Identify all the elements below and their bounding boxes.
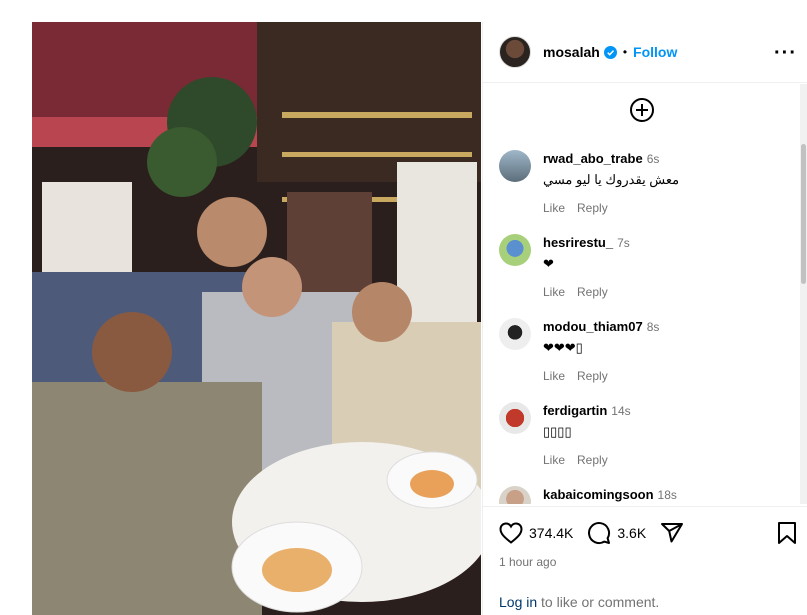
follow-button[interactable]: Follow <box>633 44 677 60</box>
comment-time: 6s <box>646 152 660 166</box>
instagram-post-view: mosalah • Follow ··· rwad_abo_trabe 6s مع… <box>0 0 807 615</box>
commenter-avatar[interactable] <box>499 486 531 504</box>
post-actions: 374.4K 3.6K 1 hour ago Log in to like or… <box>483 506 807 615</box>
comment-text: ❤❤❤▯ <box>543 340 583 355</box>
more-options-icon[interactable]: ··· <box>774 42 797 65</box>
separator-dot: • <box>622 45 628 59</box>
comment-username[interactable]: kabaicomingsoon <box>543 487 654 502</box>
author-avatar[interactable] <box>499 36 531 68</box>
login-prompt-text: to like or comment. <box>537 594 660 610</box>
like-comment-button[interactable]: Like <box>543 453 565 467</box>
reply-comment-button[interactable]: Reply <box>577 285 608 299</box>
post-photo[interactable] <box>32 22 481 615</box>
post-header: mosalah • Follow ··· <box>483 22 807 83</box>
reply-comment-button[interactable]: Reply <box>577 453 608 467</box>
comment-username[interactable]: modou_thiam07 <box>543 319 643 334</box>
comment-time: 8s <box>646 320 660 334</box>
like-comment-button[interactable]: Like <box>543 201 565 215</box>
post-time-ago[interactable]: 1 hour ago <box>499 555 556 569</box>
comment-text: معش يقدروك يا ليو مسي <box>543 172 680 187</box>
comment-username[interactable]: ferdigartin <box>543 403 607 418</box>
likes-count[interactable]: 374.4K <box>529 525 573 541</box>
comments-scrollbar[interactable] <box>800 84 807 504</box>
commenter-avatar[interactable] <box>499 150 531 182</box>
heart-icon[interactable] <box>499 522 523 544</box>
reply-comment-button[interactable]: Reply <box>577 369 608 383</box>
verified-badge-icon <box>603 45 617 59</box>
commenter-avatar[interactable] <box>499 234 531 266</box>
like-comment-button[interactable]: Like <box>543 285 565 299</box>
author-username[interactable]: mosalah <box>543 44 600 60</box>
comment-time: 14s <box>611 404 631 418</box>
commenter-avatar[interactable] <box>499 318 531 350</box>
comment-time: 18s <box>657 488 677 502</box>
share-icon[interactable] <box>660 521 684 545</box>
like-comment-button[interactable]: Like <box>543 369 565 383</box>
comment-username[interactable]: rwad_abo_trabe <box>543 151 643 166</box>
comments-count: 3.6K <box>617 525 647 541</box>
reply-comment-button[interactable]: Reply <box>577 201 608 215</box>
commenter-avatar[interactable] <box>499 402 531 434</box>
comment-text: ▯▯▯▯ <box>543 424 572 439</box>
comments-list: rwad_abo_trabe 6s معش يقدروك يا ليو مسي L… <box>483 84 801 504</box>
comment-username[interactable]: hesrirestu_ <box>543 235 613 250</box>
post-side-panel: mosalah • Follow ··· rwad_abo_trabe 6s مع… <box>482 22 807 615</box>
comment-text: ❤ <box>543 256 554 271</box>
scrollbar-thumb[interactable] <box>801 144 806 284</box>
comment-time: 7s <box>617 236 630 250</box>
login-prompt: Log in to like or comment. <box>499 594 659 610</box>
bookmark-icon[interactable] <box>776 521 798 545</box>
add-comment-icon[interactable] <box>630 98 654 122</box>
comment-icon[interactable] <box>587 521 611 545</box>
login-link[interactable]: Log in <box>499 594 537 610</box>
post-photo-image <box>32 22 481 615</box>
